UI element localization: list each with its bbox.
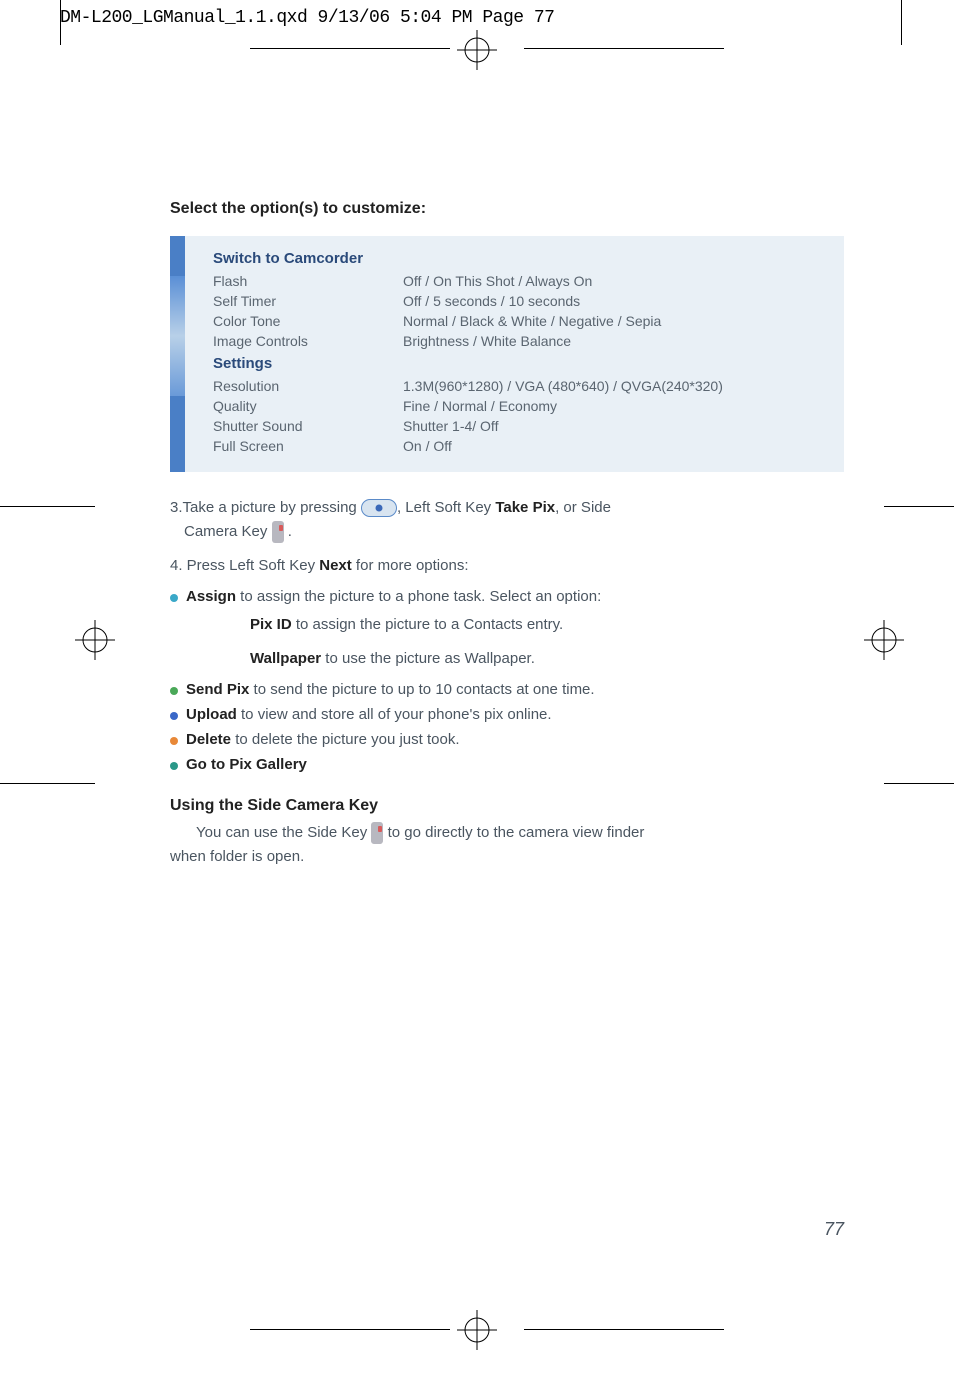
sub-item: Pix ID to assign the picture to a Contac… <box>250 613 844 637</box>
document-header: DM-L200_LGManual_1.1.qxd 9/13/06 5:04 PM… <box>60 8 554 28</box>
text-bold: Assign <box>186 588 236 605</box>
text-bold: Wallpaper <box>250 650 321 667</box>
text: , or Side <box>555 499 611 516</box>
step-4: 4. Press Left Soft Key Next for more opt… <box>170 554 844 578</box>
row-label: Flash <box>213 273 403 289</box>
registration-mark-icon <box>457 1310 497 1350</box>
side-key-icon <box>272 521 284 543</box>
text-bold: Delete <box>186 731 231 748</box>
row-value: 1.3M(960*1280) / VGA (480*640) / QVGA(24… <box>403 378 826 394</box>
list-item: Delete to delete the picture you just to… <box>170 731 844 748</box>
table-row: QualityFine / Normal / Economy <box>213 398 826 414</box>
crop-mark <box>524 48 724 49</box>
page-content: Select the option(s) to customize: Switc… <box>170 200 844 879</box>
registration-mark-icon <box>457 30 497 70</box>
crop-mark <box>0 783 95 784</box>
table-row: Shutter SoundShutter 1-4/ Off <box>213 418 826 434</box>
options-table: Switch to Camcorder FlashOff / On This S… <box>170 236 844 472</box>
row-label: Color Tone <box>213 313 403 329</box>
subsection-body: You can use the Side Key to go directly … <box>170 821 844 869</box>
table-row: FlashOff / On This Shot / Always On <box>213 273 826 289</box>
crop-mark <box>884 783 954 784</box>
text: to delete the picture you just took. <box>231 731 459 748</box>
bullet-icon <box>170 687 178 695</box>
row-value: Brightness / White Balance <box>403 333 826 349</box>
box-subtitle: Settings <box>213 355 826 372</box>
crop-mark <box>0 506 95 507</box>
text-bold: Next <box>319 557 352 574</box>
row-value: Fine / Normal / Economy <box>403 398 826 414</box>
row-value: Off / 5 seconds / 10 seconds <box>403 293 826 309</box>
text-bold: Pix ID <box>250 616 292 633</box>
text: for more options: <box>352 557 469 574</box>
text: to view and store all of your phone's pi… <box>237 706 552 723</box>
row-label: Image Controls <box>213 333 403 349</box>
subsection-title: Using the Side Camera Key <box>170 797 844 815</box>
row-label: Quality <box>213 398 403 414</box>
text: 3.Take a picture by pressing <box>170 499 361 516</box>
list-item: Assign to assign the picture to a phone … <box>170 588 844 605</box>
crop-mark <box>901 0 902 45</box>
crop-mark <box>884 506 954 507</box>
text: to assign the picture to a phone task. S… <box>236 588 601 605</box>
bullet-icon <box>170 594 178 602</box>
bullet-icon <box>170 737 178 745</box>
registration-mark-icon <box>75 620 115 660</box>
table-row: Resolution1.3M(960*1280) / VGA (480*640)… <box>213 378 826 394</box>
text-bold: Upload <box>186 706 237 723</box>
list-item: Upload to view and store all of your pho… <box>170 706 844 723</box>
bullet-icon <box>170 762 178 770</box>
section-title: Select the option(s) to customize: <box>170 200 844 218</box>
row-label: Full Screen <box>213 438 403 454</box>
table-row: Full ScreenOn / Off <box>213 438 826 454</box>
text-bold: Go to Pix Gallery <box>186 756 307 773</box>
text: to send the picture to up to 10 contacts… <box>249 681 594 698</box>
crop-mark <box>250 1329 450 1330</box>
row-value: Shutter 1-4/ Off <box>403 418 826 434</box>
side-key-icon <box>371 822 383 844</box>
bullet-icon <box>170 712 178 720</box>
text: You can use the Side Key <box>196 824 371 841</box>
text: to use the picture as Wallpaper. <box>321 650 535 667</box>
box-subtitle: Switch to Camcorder <box>213 250 826 267</box>
text: , Left Soft Key <box>397 499 495 516</box>
row-label: Self Timer <box>213 293 403 309</box>
row-value: Off / On This Shot / Always On <box>403 273 826 289</box>
sub-item: Wallpaper to use the picture as Wallpape… <box>250 647 844 671</box>
registration-mark-icon <box>864 620 904 660</box>
table-row: Image ControlsBrightness / White Balance <box>213 333 826 349</box>
row-value: Normal / Black & White / Negative / Sepi… <box>403 313 826 329</box>
table-row: Color ToneNormal / Black & White / Negat… <box>213 313 826 329</box>
list-item: Send Pix to send the picture to up to 10… <box>170 681 844 698</box>
row-value: On / Off <box>403 438 826 454</box>
list-item: Go to Pix Gallery <box>170 756 844 773</box>
row-label: Resolution <box>213 378 403 394</box>
step-3: 3.Take a picture by pressing , Left Soft… <box>170 496 844 544</box>
row-label: Shutter Sound <box>213 418 403 434</box>
text: to assign the picture to a Contacts entr… <box>292 616 564 633</box>
page-number: 77 <box>824 1219 844 1240</box>
crop-mark <box>524 1329 724 1330</box>
text: 4. Press Left Soft Key <box>170 557 319 574</box>
crop-mark <box>250 48 450 49</box>
text: to go directly to the camera view finder <box>388 824 645 841</box>
ok-button-icon <box>361 499 397 517</box>
table-row: Self TimerOff / 5 seconds / 10 seconds <box>213 293 826 309</box>
text: when folder is open. <box>170 848 304 865</box>
text: . <box>284 523 292 540</box>
text-bold: Send Pix <box>186 681 249 698</box>
text: Camera Key <box>184 523 272 540</box>
text-bold: Take Pix <box>495 499 555 516</box>
